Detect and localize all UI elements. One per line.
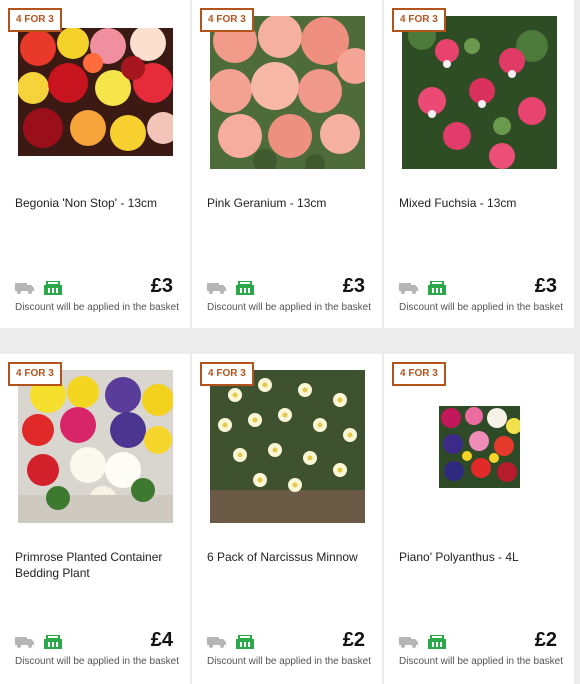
discount-note: Discount will be applied in the basket [207, 302, 371, 313]
product-card[interactable]: 4 FOR 3 Piano' Polyanthus - 4L £2 Discou… [384, 354, 574, 684]
product-title[interactable]: Begonia 'Non Stop' - 13cm [15, 195, 180, 211]
discount-note: Discount will be applied in the basket [15, 656, 179, 667]
fulfilment-icons [399, 281, 447, 295]
delivery-truck-icon [399, 283, 418, 294]
product-card[interactable]: 4 FOR 3 Pink Geranium - 13cm £3 Discount… [192, 0, 382, 328]
basket-collect-icon [236, 635, 254, 649]
discount-note: Discount will be applied in the basket [15, 302, 179, 313]
product-title[interactable]: Piano' Polyanthus - 4L [399, 549, 564, 565]
delivery-truck-icon [399, 637, 418, 648]
product-price: £3 [342, 275, 365, 297]
product-card[interactable]: 4 FOR 3 6 Pack of Narcissus Minnow £2 Di… [192, 354, 382, 684]
basket-collect-icon [236, 281, 254, 295]
offer-badge: 4 FOR 3 [200, 362, 254, 386]
product-image[interactable] [18, 370, 173, 523]
product-card[interactable]: 4 FOR 3 Primrose Planted Container Beddi… [0, 354, 190, 684]
basket-collect-icon [428, 635, 446, 649]
product-title[interactable]: Pink Geranium - 13cm [207, 195, 372, 211]
product-grid: 4 FOR 3 Begonia 'Non Stop' - 13cm £3 Dis… [0, 0, 580, 684]
offer-badge: 4 FOR 3 [8, 8, 62, 32]
offer-badge: 4 FOR 3 [392, 8, 446, 32]
product-price: £2 [534, 629, 557, 651]
fulfilment-icons [399, 635, 447, 649]
fulfilment-icons [207, 635, 255, 649]
product-title[interactable]: Primrose Planted Container Bedding Plant [15, 549, 180, 581]
offer-badge: 4 FOR 3 [392, 362, 446, 386]
basket-collect-icon [44, 281, 62, 295]
discount-note: Discount will be applied in the basket [399, 656, 563, 667]
product-title[interactable]: 6 Pack of Narcissus Minnow [207, 549, 372, 565]
product-image[interactable] [402, 16, 557, 169]
basket-collect-icon [428, 281, 446, 295]
delivery-truck-icon [207, 283, 226, 294]
fulfilment-icons [207, 281, 255, 295]
offer-badge: 4 FOR 3 [8, 362, 62, 386]
product-price: £3 [534, 275, 557, 297]
delivery-truck-icon [15, 637, 34, 648]
product-image[interactable] [210, 16, 365, 169]
product-card[interactable]: 4 FOR 3 Begonia 'Non Stop' - 13cm £3 Dis… [0, 0, 190, 328]
delivery-truck-icon [15, 283, 34, 294]
discount-note: Discount will be applied in the basket [207, 656, 371, 667]
offer-badge: 4 FOR 3 [200, 8, 254, 32]
product-card[interactable]: 4 FOR 3 Mixed Fuchsia - 13cm £3 Discount… [384, 0, 574, 328]
discount-note: Discount will be applied in the basket [399, 302, 563, 313]
product-image[interactable] [439, 406, 520, 488]
product-price: £3 [150, 275, 173, 297]
fulfilment-icons [15, 281, 63, 295]
product-image[interactable] [210, 370, 365, 523]
product-title[interactable]: Mixed Fuchsia - 13cm [399, 195, 564, 211]
product-price: £4 [150, 629, 173, 651]
fulfilment-icons [15, 635, 63, 649]
delivery-truck-icon [207, 637, 226, 648]
product-image[interactable] [18, 28, 173, 156]
basket-collect-icon [44, 635, 62, 649]
product-price: £2 [342, 629, 365, 651]
